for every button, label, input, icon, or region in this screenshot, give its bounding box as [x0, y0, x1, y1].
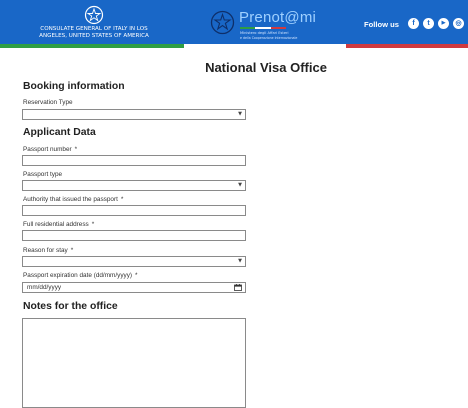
reservation-type-select[interactable]: ▼ — [22, 109, 246, 120]
chevron-down-icon: ▼ — [238, 258, 242, 264]
booking-information-heading: Booking information — [23, 81, 125, 92]
reason-for-stay-label: Reason for stay * — [23, 247, 73, 254]
required-mark: * — [74, 146, 78, 153]
passport-number-label: Passport number * — [23, 146, 77, 153]
date-placeholder: mm/dd/yyyy — [27, 284, 62, 291]
tricolor-green — [0, 44, 184, 48]
reason-for-stay-label-text: Reason for stay — [23, 247, 68, 254]
tricolor-red — [346, 44, 468, 48]
calendar-icon[interactable] — [234, 284, 242, 291]
twitter-icon[interactable]: t — [423, 18, 434, 29]
brand-subtitle-2: e della Cooperazione Internazionale — [240, 36, 298, 40]
ministry-emblem-icon — [210, 10, 235, 35]
authority-label: Authority that issued the passport * — [23, 196, 123, 203]
tricolor-white — [184, 44, 346, 48]
residential-address-label: Full residential address * — [23, 221, 94, 228]
expiration-date-label: Passport expiration date (dd/mm/yyyy) * — [23, 272, 138, 279]
notes-textarea[interactable] — [22, 318, 246, 408]
reservation-type-label: Reservation Type — [23, 99, 73, 106]
required-mark: * — [70, 247, 74, 254]
residential-address-input[interactable] — [22, 230, 246, 241]
passport-number-input[interactable] — [22, 155, 246, 166]
authority-input[interactable] — [22, 205, 246, 216]
instagram-icon[interactable]: ◎ — [453, 18, 464, 29]
required-mark: * — [135, 272, 138, 279]
chevron-down-icon: ▼ — [238, 111, 242, 117]
brand-tricolor-line — [240, 27, 286, 29]
site-header: CONSULATE GENERAL OF ITALY IN LOS ANGELE… — [0, 0, 468, 46]
authority-label-text: Authority that issued the passport — [23, 196, 118, 203]
page-title: National Visa Office — [205, 60, 327, 75]
residential-address-label-text: Full residential address — [23, 221, 89, 228]
brand-subtitle-1: Ministero degli Affari Esteri — [240, 31, 289, 35]
chevron-down-icon: ▼ — [238, 182, 242, 188]
facebook-icon[interactable]: f — [408, 18, 419, 29]
required-mark: * — [91, 221, 95, 228]
follow-us-label: Follow us — [364, 20, 400, 29]
passport-type-label: Passport type — [23, 171, 63, 178]
tricolor-band — [0, 44, 468, 48]
consulate-name: CONSULATE GENERAL OF ITALY IN LOS ANGELE… — [39, 26, 149, 39]
youtube-icon[interactable]: ▶ — [438, 18, 449, 29]
required-mark: * — [120, 196, 124, 203]
expiration-date-label-text: Passport expiration date (dd/mm/yyyy) — [23, 272, 133, 279]
brand-logo-text: Prenot@mi — [239, 9, 317, 26]
expiration-date-input[interactable]: mm/dd/yyyy — [22, 282, 246, 293]
italian-emblem-icon — [84, 5, 104, 25]
passport-number-label-text: Passport number — [23, 146, 72, 153]
reason-for-stay-select[interactable]: ▼ — [22, 256, 246, 267]
passport-type-select[interactable]: ▼ — [22, 180, 246, 191]
applicant-data-heading: Applicant Data — [23, 127, 96, 138]
notes-heading: Notes for the office — [23, 301, 118, 312]
